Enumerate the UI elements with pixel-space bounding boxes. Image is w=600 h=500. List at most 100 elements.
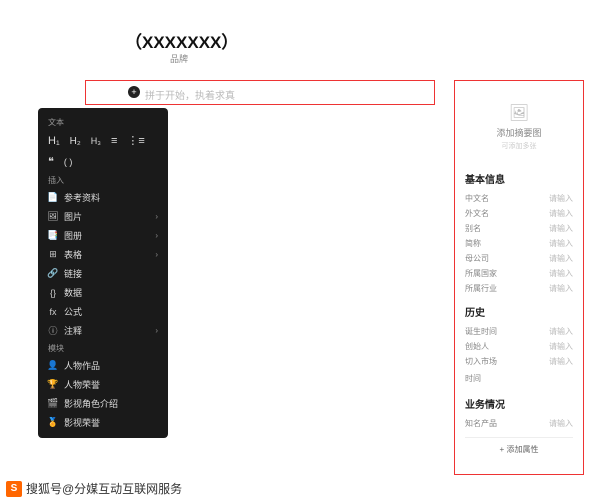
insert-2[interactable]: 📑 图册 ›: [38, 226, 168, 245]
field-input[interactable]: 请输入: [549, 283, 573, 294]
heading-3-button[interactable]: H₃: [91, 136, 101, 146]
item-icon: 🔗: [48, 269, 58, 279]
field-input[interactable]: 请输入: [549, 208, 573, 219]
field-row[interactable]: 切入市场 请输入: [465, 354, 573, 369]
field-label: 简称: [465, 238, 481, 249]
field-row[interactable]: 母公司 请输入: [465, 251, 573, 266]
item-icon: ⊞: [48, 250, 58, 260]
cover-text: 添加摘要图: [465, 126, 573, 139]
history-title: 历史: [465, 304, 573, 319]
field-input[interactable]: 请输入: [549, 193, 573, 204]
quote-button[interactable]: ❝: [48, 155, 54, 168]
item-icon: 📄: [48, 193, 58, 203]
basic-info-title: 基本信息: [465, 171, 573, 186]
field-label: 创始人: [465, 341, 489, 352]
field-input[interactable]: 请输入: [549, 253, 573, 264]
field-label: 切入市场: [465, 356, 497, 367]
field-input[interactable]: 请输入: [549, 418, 573, 429]
insert-section-label: 插入: [38, 172, 168, 188]
field-input[interactable]: 请输入: [549, 223, 573, 234]
business-title: 业务情况: [465, 396, 573, 411]
module-label: 影视角色介绍: [64, 397, 118, 410]
chevron-right-icon: ›: [155, 250, 158, 259]
module-label: 影视荣誉: [64, 416, 100, 429]
item-label: 数据: [64, 286, 82, 299]
field-row[interactable]: 外文名 请输入: [465, 206, 573, 221]
field-row[interactable]: 创始人 请输入: [465, 339, 573, 354]
item-label: 图册: [64, 229, 82, 242]
field-row[interactable]: 简称 请输入: [465, 236, 573, 251]
field-row[interactable]: 中文名 请输入: [465, 191, 573, 206]
item-icon: fx: [48, 307, 58, 317]
item-label: 链接: [64, 267, 82, 280]
insert-7[interactable]: ⓘ 注释 ›: [38, 321, 168, 340]
chevron-right-icon: ›: [155, 231, 158, 240]
field-label: 母公司: [465, 253, 489, 264]
page-title: （XXXXXXX）: [125, 28, 238, 53]
insert-3[interactable]: ⊞ 表格 ›: [38, 245, 168, 264]
item-icon: ⓘ: [48, 326, 58, 336]
module-3[interactable]: 🏅 影视荣誉: [38, 413, 168, 432]
item-icon: {}: [48, 288, 58, 298]
heading-2-button[interactable]: H₂: [70, 136, 81, 147]
insert-0[interactable]: 📄参考资料: [38, 188, 168, 207]
insert-4[interactable]: 🔗 链接: [38, 264, 168, 283]
module-0[interactable]: 👤 人物作品: [38, 356, 168, 375]
field-label: 中文名: [465, 193, 489, 204]
field-label: 外文名: [465, 208, 489, 219]
field-label: 知名产品: [465, 418, 497, 429]
field-input[interactable]: 请输入: [549, 268, 573, 279]
history-extra: 时间: [465, 369, 573, 388]
field-label: 别名: [465, 223, 481, 234]
module-label: 人物荣誉: [64, 378, 100, 391]
add-icon[interactable]: +: [128, 86, 140, 98]
module-label: 人物作品: [64, 359, 100, 372]
field-label: 所属国家: [465, 268, 497, 279]
cover-upload[interactable]: 🖼 添加摘要图 可添加多张: [465, 89, 573, 163]
module-icon: 🏆: [48, 380, 58, 390]
field-row[interactable]: 知名产品 请输入: [465, 416, 573, 431]
ol-button[interactable]: ⋮≡: [127, 134, 144, 147]
field-label: 所属行业: [465, 283, 497, 294]
item-icon: 📑: [48, 231, 58, 241]
module-1[interactable]: 🏆 人物荣誉: [38, 375, 168, 394]
item-label: 公式: [64, 305, 82, 318]
field-input[interactable]: 请输入: [549, 238, 573, 249]
module-icon: 🏅: [48, 418, 58, 428]
field-row[interactable]: 所属行业 请输入: [465, 281, 573, 296]
chevron-right-icon: ›: [155, 326, 158, 335]
ul-button[interactable]: ≡: [111, 135, 117, 147]
field-input[interactable]: 请输入: [549, 341, 573, 352]
module-icon: 🎬: [48, 399, 58, 409]
field-row[interactable]: 诞生时间 请输入: [465, 324, 573, 339]
add-attribute-button[interactable]: + 添加属性: [465, 437, 573, 461]
main-placeholder[interactable]: 拼于开始，执着求真: [145, 87, 235, 102]
footer-credit: S 搜狐号@分媒互动互联网服务: [6, 480, 182, 497]
insert-1[interactable]: 🖼 图片 ›: [38, 207, 168, 226]
image-icon: 🖼: [465, 103, 573, 123]
field-row[interactable]: 所属国家 请输入: [465, 266, 573, 281]
insert-5[interactable]: {} 数据: [38, 283, 168, 302]
footer-text: 搜狐号@分媒互动互联网服务: [26, 480, 182, 497]
page-subtitle: 品牌: [170, 52, 188, 65]
chevron-right-icon: ›: [155, 212, 158, 221]
text-section-label: 文本: [38, 114, 168, 130]
item-label: 注释: [64, 324, 82, 337]
insert-6[interactable]: fx 公式: [38, 302, 168, 321]
item-label: 表格: [64, 248, 82, 261]
field-input[interactable]: 请输入: [549, 326, 573, 337]
field-input[interactable]: 请输入: [549, 356, 573, 367]
item-label: 图片: [64, 210, 82, 223]
module-2[interactable]: 🎬 影视角色介绍: [38, 394, 168, 413]
module-section-label: 模块: [38, 340, 168, 356]
field-row[interactable]: 别名 请输入: [465, 221, 573, 236]
info-sidebar: 🖼 添加摘要图 可添加多张 基本信息 中文名请输入外文名请输入别名请输入简称请输…: [454, 80, 584, 475]
module-icon: 👤: [48, 361, 58, 371]
item-icon: 🖼: [48, 212, 58, 222]
field-label: 诞生时间: [465, 326, 497, 337]
heading-1-button[interactable]: H₁: [48, 135, 60, 147]
bracket-button[interactable]: ( ): [64, 157, 73, 167]
sohu-logo: S: [6, 481, 22, 497]
editor-toolbar: 文本 H₁ H₂ H₃ ≡ ⋮≡ ❝ ( ) 插入 📄参考资料🖼图片›📑图册›⊞…: [38, 108, 168, 438]
cover-sub: 可添加多张: [465, 141, 573, 151]
